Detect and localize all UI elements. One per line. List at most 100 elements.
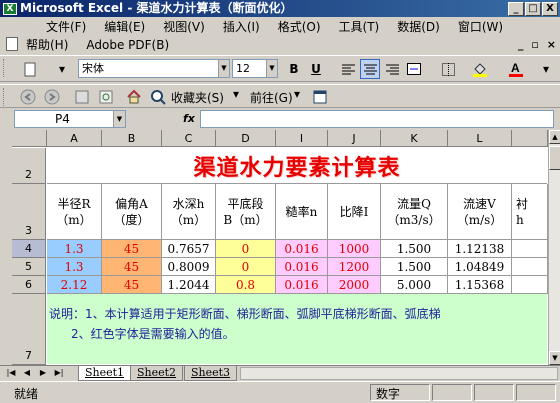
row-header-6[interactable]: 6 [12, 276, 46, 294]
menu-adobe-pdf[interactable]: Adobe PDF(B) [86, 38, 169, 52]
cell-roughness[interactable]: 0.016 [276, 240, 328, 258]
cell-depth[interactable]: 1.2044 [162, 276, 216, 294]
favorites-menu[interactable]: 收藏夹(S) [171, 89, 224, 106]
doc-minimize-button[interactable]: _ [518, 38, 524, 51]
spreadsheet-grid[interactable]: A B C D I J K L 2 3 4 5 6 7 渠道水力要素计算表 半径… [12, 130, 548, 365]
note-cell[interactable]: 说明：1、本计算适用于矩形断面、梯形断面、弧脚平底梯形断面、弧底梯 2、红色字体… [47, 294, 547, 364]
cell-bottom-width[interactable]: 0 [216, 240, 276, 258]
font-name-select[interactable]: 宋体 ▼ [78, 59, 230, 78]
goto-menu[interactable]: 前往(G) [250, 89, 293, 106]
scroll-up-icon[interactable]: ▲ [549, 130, 560, 144]
cell-velocity[interactable]: 1.15368 [448, 276, 512, 294]
column-header-c[interactable]: C [162, 130, 216, 147]
row-header-3[interactable]: 3 [12, 184, 46, 240]
menu-help[interactable]: 帮助(H) [26, 36, 68, 53]
title-bar[interactable]: X Microsoft Excel - 渠道水力计算表（断面优化） _ □ X [0, 0, 560, 17]
excel-app-icon[interactable]: X [3, 2, 17, 15]
column-header-l[interactable]: L [448, 130, 512, 147]
show-web-toolbar-icon[interactable] [310, 87, 330, 107]
chevron-down-icon[interactable]: ▾ [233, 87, 239, 101]
cell-slope[interactable]: 1000 [328, 240, 381, 258]
new-document-icon[interactable] [20, 59, 40, 79]
cell-empty[interactable] [512, 258, 548, 276]
cell-angle[interactable]: 45 [102, 240, 162, 258]
sheet-title-cell[interactable]: 渠道水力要素计算表 [47, 148, 547, 184]
row-header-4[interactable]: 4 [12, 240, 46, 258]
name-box[interactable]: P4 ▼ [14, 110, 126, 128]
toolbar-grip[interactable] [3, 59, 6, 77]
doc-close-button[interactable]: × [547, 38, 556, 51]
bold-button[interactable]: B [284, 59, 304, 79]
column-header-m[interactable] [512, 130, 548, 147]
cell-bottom-width[interactable]: 0 [216, 258, 276, 276]
align-left-icon[interactable] [338, 59, 358, 79]
menu-data[interactable]: 数据(D) [397, 18, 440, 35]
menu-tools[interactable]: 工具(T) [339, 18, 380, 35]
column-header-a[interactable]: A [47, 130, 102, 147]
formula-input[interactable] [200, 110, 554, 128]
cell-empty[interactable] [512, 276, 548, 294]
cell-radius[interactable]: 1.3 [47, 240, 102, 258]
maximize-button[interactable]: □ [525, 1, 541, 16]
borders-icon[interactable] [438, 59, 458, 79]
close-button[interactable]: X [542, 1, 558, 16]
workbook-icon[interactable] [6, 37, 18, 51]
column-header-d[interactable]: D [216, 130, 276, 147]
column-header-b[interactable]: B [102, 130, 162, 147]
cell-roughness[interactable]: 0.016 [276, 258, 328, 276]
header-discharge[interactable]: 流量Q （m3/s） [381, 184, 448, 240]
tab-sheet3[interactable]: Sheet3 [184, 366, 238, 381]
cell-discharge[interactable]: 5.000 [381, 276, 448, 294]
fx-icon[interactable]: fx [183, 112, 195, 125]
chevron-down-icon[interactable]: ▼ [218, 60, 229, 77]
header-angle[interactable]: 偏角A （度） [102, 184, 162, 240]
font-color-icon[interactable]: A [506, 59, 526, 79]
fill-color-icon[interactable] [470, 59, 490, 79]
merge-center-icon[interactable] [404, 59, 424, 79]
cell-radius[interactable]: 2.12 [47, 276, 102, 294]
cell-velocity[interactable]: 1.12138 [448, 240, 512, 258]
chevron-down-icon[interactable]: ▼ [266, 60, 277, 77]
toolbar-grip[interactable] [3, 88, 6, 106]
doc-restore-button[interactable]: ▫ [531, 38, 538, 51]
tab-sheet1[interactable]: Sheet1 [78, 366, 132, 381]
cell-bottom-width[interactable]: 0.8 [216, 276, 276, 294]
back-icon[interactable] [18, 87, 38, 107]
cell-discharge[interactable]: 1.500 [381, 240, 448, 258]
cell-discharge[interactable]: 1.500 [381, 258, 448, 276]
header-slope[interactable]: 比降I [328, 184, 381, 240]
header-depth[interactable]: 水深h （m） [162, 184, 216, 240]
cell-velocity[interactable]: 1.04849 [448, 258, 512, 276]
home-icon[interactable] [124, 87, 144, 107]
menu-window[interactable]: 窗口(W) [458, 18, 503, 35]
menu-insert[interactable]: 插入(I) [223, 18, 260, 35]
header-bottom-width[interactable]: 平底段 B（m） [216, 184, 276, 240]
column-header-i[interactable]: I [276, 130, 328, 147]
header-roughness[interactable]: 糙率n [276, 184, 328, 240]
menu-view[interactable]: 视图(V) [163, 18, 205, 35]
menu-file[interactable]: 文件(F) [46, 18, 86, 35]
column-header-j[interactable]: J [328, 130, 381, 147]
cell-radius[interactable]: 1.3 [47, 258, 102, 276]
chevron-down-icon[interactable]: ▼ [113, 111, 125, 127]
align-center-icon[interactable] [360, 59, 380, 79]
toolbar-options-icon[interactable]: ▾ [52, 59, 72, 79]
row-header-5[interactable]: 5 [12, 258, 46, 276]
cell-depth[interactable]: 0.8009 [162, 258, 216, 276]
cell-depth[interactable]: 0.7657 [162, 240, 216, 258]
scroll-thumb[interactable] [549, 146, 560, 170]
cell-angle[interactable]: 45 [102, 276, 162, 294]
toolbar-options-icon[interactable]: ▾ [536, 59, 556, 79]
menu-edit[interactable]: 编辑(E) [104, 18, 145, 35]
cell-slope[interactable]: 1200 [328, 258, 381, 276]
font-size-select[interactable]: 12 ▼ [232, 59, 278, 78]
cell-empty[interactable] [512, 240, 548, 258]
stop-icon[interactable] [72, 87, 92, 107]
cell-roughness[interactable]: 0.016 [276, 276, 328, 294]
vertical-scrollbar[interactable]: ▲ ▼ [548, 130, 560, 365]
row-header-7[interactable]: 7 [12, 294, 46, 365]
search-icon[interactable] [148, 87, 168, 107]
refresh-icon[interactable] [96, 87, 116, 107]
next-sheet-icon[interactable]: ▶ [36, 368, 50, 377]
forward-icon[interactable] [42, 87, 62, 107]
